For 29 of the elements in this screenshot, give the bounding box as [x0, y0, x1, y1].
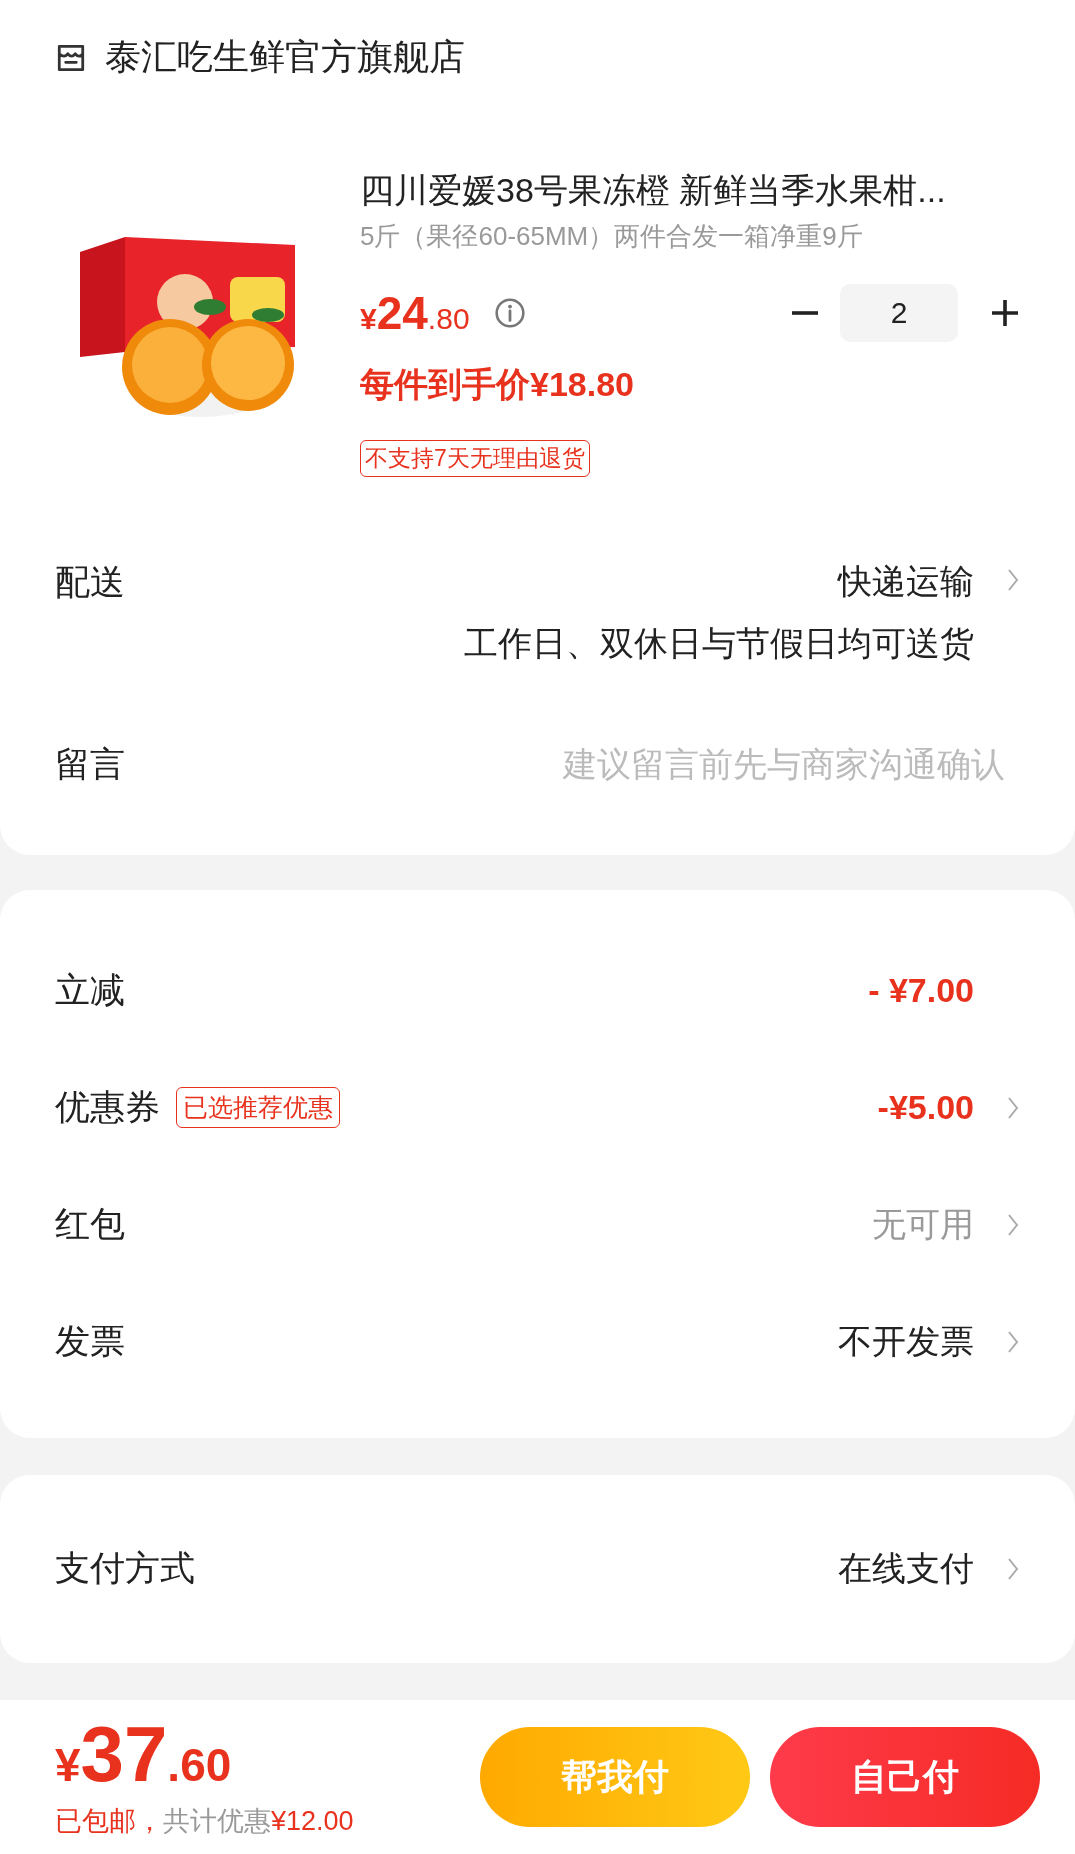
coupon-badge: 已选推荐优惠 [176, 1087, 340, 1128]
payment-value[interactable]: 在线支付 [838, 1545, 974, 1592]
chevron-icon[interactable] [1006, 567, 1020, 593]
info-icon[interactable] [493, 297, 526, 329]
product-spec: 5斤（果径60-65MM）两件合发一箱净重9斤 [360, 220, 863, 253]
delivery-note: 工作日、双休日与节假日均可送货 [464, 623, 974, 664]
shipping-savings-note: 已包邮，共计优惠¥12.00 [55, 1805, 354, 1838]
row-label: 留言 [55, 742, 125, 785]
total-price: ¥37.60 [55, 1715, 233, 1793]
row-label: 优惠券 [55, 1086, 160, 1128]
product-price: ¥24.80 [360, 286, 470, 340]
row-label: 发票 [55, 1320, 125, 1362]
message-field[interactable]: 建议留言前先与商家沟通确认 [445, 744, 1005, 784]
row-value: 不开发票 [838, 1320, 974, 1362]
store-name[interactable]: 泰汇吃生鲜官方旗舰店 [105, 33, 465, 82]
row-label: 立减 [55, 969, 125, 1011]
row-value: 无可用 [872, 1203, 974, 1245]
quantity-field[interactable]: 2 [840, 284, 958, 342]
return-policy-tag: 不支持7天无理由退货 [360, 440, 590, 477]
plus-icon[interactable] [990, 298, 1020, 328]
row-value: -¥5.00 [877, 1088, 974, 1127]
product-title[interactable]: 四川爱媛38号果冻橙 新鲜当季水果柑... [360, 167, 946, 213]
pay-button[interactable]: 自己付 [770, 1727, 1040, 1827]
row-label: 支付方式 [55, 1547, 195, 1589]
row-value: - ¥7.00 [868, 971, 974, 1010]
row-label: 配送 [55, 561, 125, 603]
delivery-value[interactable]: 快递运输 [838, 559, 974, 605]
row-label: 红包 [55, 1203, 125, 1245]
net-price: 每件到手价¥18.80 [360, 364, 634, 405]
